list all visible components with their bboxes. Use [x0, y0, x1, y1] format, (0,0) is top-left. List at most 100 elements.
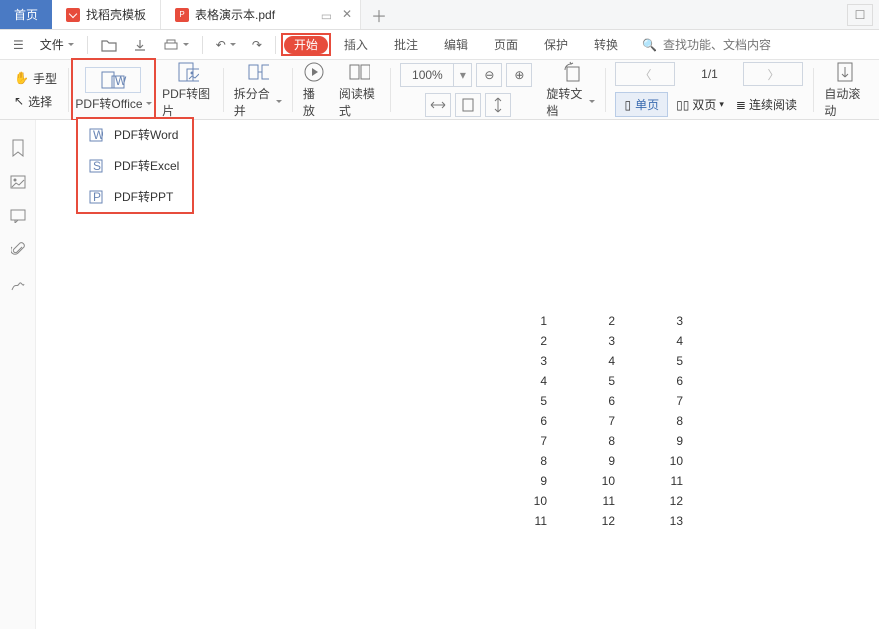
- signature-panel-icon[interactable]: [8, 274, 28, 294]
- file-menu[interactable]: 文件: [35, 33, 79, 56]
- table-cell: 7: [551, 412, 617, 430]
- image-panel-icon[interactable]: [8, 172, 28, 192]
- fit-page-button[interactable]: [455, 93, 481, 117]
- table-cell: 7: [619, 392, 685, 410]
- open-icon[interactable]: [96, 35, 122, 55]
- table-cell: 9: [619, 432, 685, 450]
- pin-icon[interactable]: ▭: [321, 9, 332, 23]
- page-nav-group: 〈 1/1 〉 ▯单页 ▯▯双页▾ ≣连续阅读: [609, 60, 809, 119]
- table-cell: 12: [551, 512, 617, 530]
- double-page-label: 双页: [692, 96, 716, 113]
- table-cell: 5: [619, 352, 685, 370]
- hand-tool[interactable]: ✋手型: [14, 70, 57, 87]
- menu-page[interactable]: 页面: [484, 33, 528, 56]
- zoom-select[interactable]: 100% ▾: [400, 63, 472, 87]
- rotate-label: 旋转文档: [546, 85, 594, 119]
- menu-insert[interactable]: 插入: [334, 33, 378, 56]
- document-tabs: 首页 找稻壳模板 P 表格演示本.pdf ▭ ✕ ＋: [0, 0, 879, 30]
- comment-panel-icon[interactable]: [8, 206, 28, 226]
- svg-text:W: W: [93, 128, 103, 142]
- auto-scroll-icon: [834, 61, 856, 83]
- svg-text:S: S: [93, 159, 101, 173]
- tab-template[interactable]: 找稻壳模板: [52, 0, 161, 29]
- tab-document[interactable]: P 表格演示本.pdf ▭ ✕: [161, 0, 361, 29]
- play-icon: [303, 61, 325, 83]
- separator: [87, 36, 88, 54]
- fit-height-button[interactable]: [485, 93, 511, 117]
- table-row: 8910: [483, 452, 685, 470]
- pdf-to-office-button[interactable]: W PDF转Office: [73, 60, 154, 119]
- window-max-button[interactable]: ☐: [847, 4, 873, 26]
- select-tool[interactable]: ↖选择: [14, 93, 52, 110]
- zoom-in-button[interactable]: ⊕: [506, 63, 532, 87]
- hamburger-icon[interactable]: ☰: [8, 35, 29, 55]
- bookmark-icon[interactable]: [8, 138, 28, 158]
- dropdown-pdf-ppt[interactable]: P PDF转PPT: [78, 181, 192, 212]
- table-cell: 5: [551, 372, 617, 390]
- ribbon-toolbar: ✋手型 ↖选择 W PDF转Office PDF转图片 拆分合并 播放 阅读模式…: [0, 60, 879, 120]
- rotate-button[interactable]: 旋转文档: [540, 60, 600, 119]
- table-cell: 10: [619, 452, 685, 470]
- tab-home-label: 首页: [14, 6, 38, 23]
- auto-scroll-label: 自动滚动: [824, 85, 865, 119]
- table-cell: 3: [483, 352, 549, 370]
- separator: [292, 68, 293, 112]
- export-icon[interactable]: [128, 35, 152, 55]
- separator: [390, 68, 391, 112]
- fit-width-button[interactable]: [425, 93, 451, 117]
- tab-template-label: 找稻壳模板: [86, 6, 146, 23]
- single-page-button[interactable]: ▯单页: [615, 92, 668, 117]
- read-mode-button[interactable]: 阅读模式: [333, 60, 386, 119]
- menu-convert[interactable]: 转换: [584, 33, 628, 56]
- print-icon[interactable]: [158, 35, 194, 55]
- separator: [223, 68, 224, 112]
- zoom-group: 100% ▾ ⊖ ⊕: [394, 60, 538, 119]
- page-next-button[interactable]: 〉: [743, 62, 803, 86]
- start-highlight: 开始: [284, 36, 328, 53]
- zoom-dropdown-icon[interactable]: ▾: [453, 64, 471, 86]
- template-icon: [66, 8, 80, 22]
- menu-edit[interactable]: 编辑: [434, 33, 478, 56]
- table-row: 101112: [483, 492, 685, 510]
- split-merge-icon: [247, 61, 269, 83]
- tab-home[interactable]: 首页: [0, 0, 52, 29]
- pdf-to-image-button[interactable]: PDF转图片: [156, 60, 219, 119]
- double-page-icon: ▯▯: [676, 98, 689, 112]
- play-button[interactable]: 播放: [297, 60, 331, 119]
- document-table: 1232343454565676787898910910111011121112…: [481, 310, 687, 532]
- table-cell: 1: [483, 312, 549, 330]
- menu-annotate[interactable]: 批注: [384, 33, 428, 56]
- close-tab-icon[interactable]: ✕: [342, 7, 352, 21]
- redo-icon[interactable]: ↷: [247, 35, 267, 55]
- menu-protect[interactable]: 保护: [534, 33, 578, 56]
- zoom-out-button[interactable]: ⊖: [476, 63, 502, 87]
- pdf-office-icon: W: [85, 67, 141, 93]
- dropdown-pdf-excel[interactable]: S PDF转Excel: [78, 150, 192, 181]
- continuous-icon: ≣: [736, 98, 746, 112]
- svg-text:W: W: [115, 74, 127, 88]
- table-cell: 8: [551, 432, 617, 450]
- table-cell: 9: [483, 472, 549, 490]
- split-merge-button[interactable]: 拆分合并: [228, 60, 288, 119]
- single-page-label: 单页: [635, 96, 659, 113]
- table-row: 678: [483, 412, 685, 430]
- search-box[interactable]: 🔍: [634, 38, 871, 52]
- search-input[interactable]: [663, 38, 823, 52]
- table-cell: 3: [619, 312, 685, 330]
- continuous-label: 连续阅读: [749, 96, 797, 113]
- auto-scroll-button[interactable]: 自动滚动: [818, 60, 871, 119]
- double-page-button[interactable]: ▯▯双页▾: [672, 93, 728, 116]
- page-prev-button[interactable]: 〈: [615, 62, 675, 86]
- undo-icon[interactable]: ↶: [211, 35, 241, 55]
- page-indicator: 1/1: [679, 67, 739, 81]
- menu-start[interactable]: 开始: [284, 36, 328, 54]
- dropdown-ppt-label: PDF转PPT: [114, 188, 173, 205]
- main-menu-bar: ☰ 文件 ↶ ↷ 开始 插入 批注 编辑 页面 保护 转换 🔍: [0, 30, 879, 60]
- attachment-panel-icon[interactable]: [8, 240, 28, 260]
- table-row: 456: [483, 372, 685, 390]
- tab-add[interactable]: ＋: [361, 0, 397, 29]
- pdf-image-icon: [177, 61, 199, 83]
- continuous-read-button[interactable]: ≣连续阅读: [732, 93, 801, 116]
- table-cell: 8: [483, 452, 549, 470]
- dropdown-pdf-word[interactable]: W PDF转Word: [78, 119, 192, 150]
